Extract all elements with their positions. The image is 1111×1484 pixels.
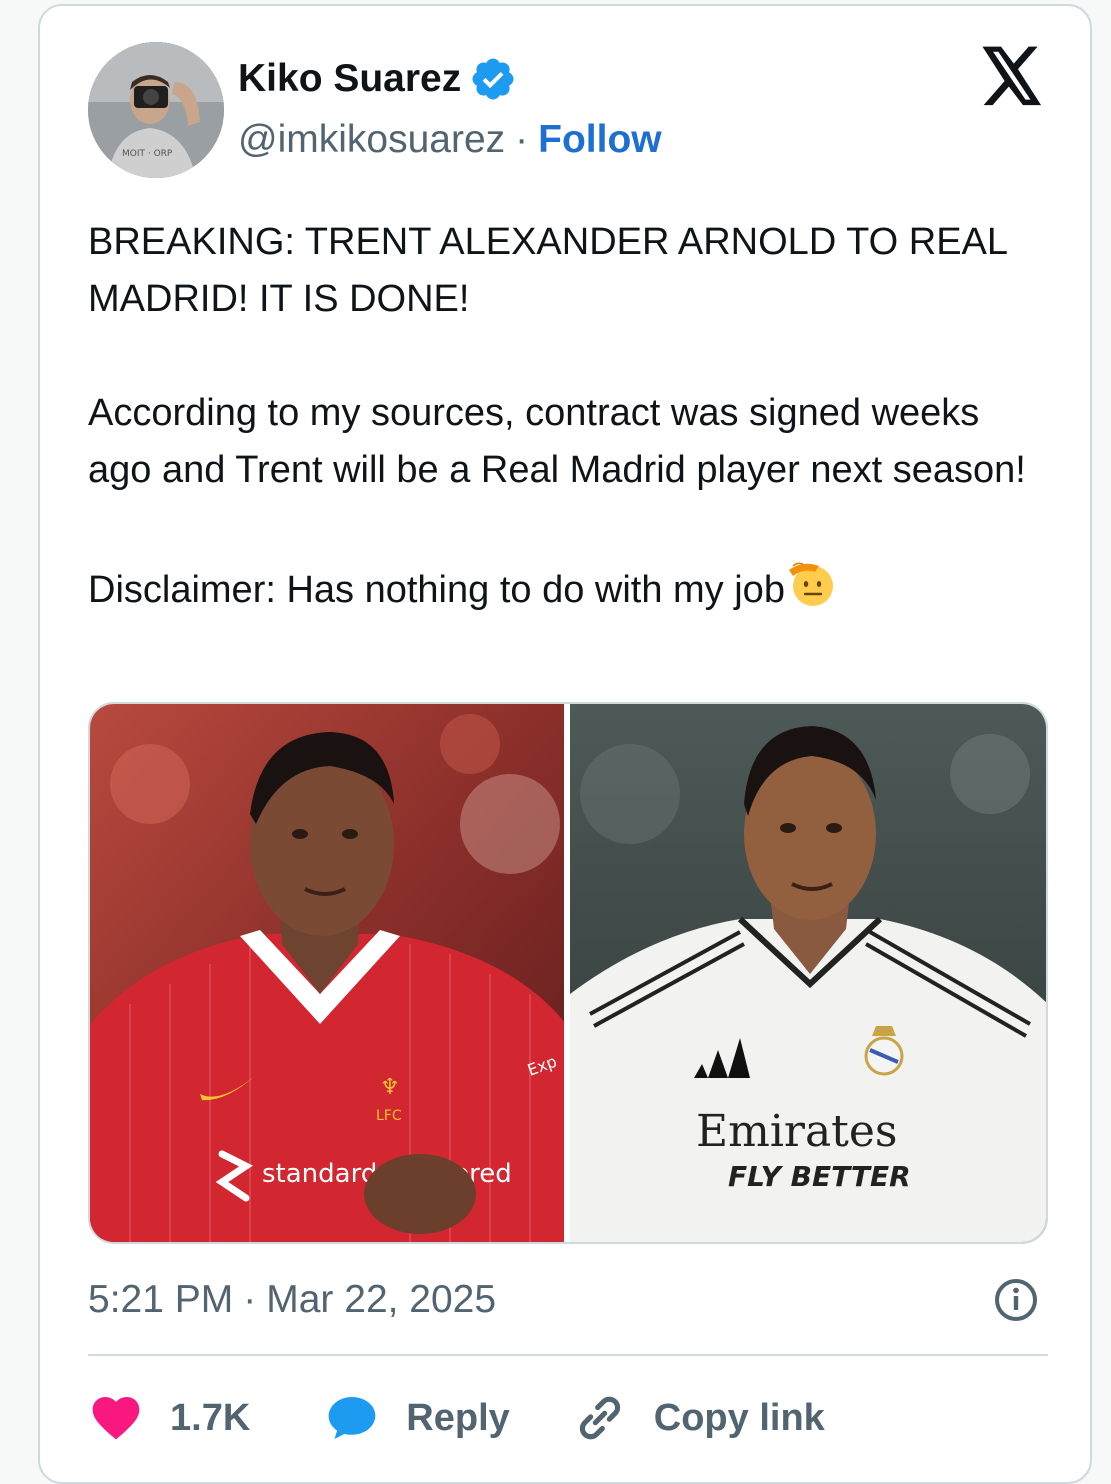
divider bbox=[88, 1354, 1048, 1356]
timestamp-separator: · bbox=[243, 1278, 257, 1321]
sponsor-label: Emirates bbox=[696, 1106, 897, 1157]
tweet-card: MOIT · ORP Kiko Suarez @imkikosuarez · F… bbox=[38, 4, 1092, 1484]
speech-bubble-icon bbox=[328, 1397, 376, 1439]
sponsor-tagline: FLY BETTER bbox=[728, 1160, 911, 1193]
author-handle[interactable]: @imkikosuarez bbox=[238, 118, 505, 162]
photo-real-madrid[interactable]: Emirates FLY BETTER bbox=[570, 704, 1046, 1242]
action-bar: 1.7K Reply Copy link bbox=[88, 1386, 825, 1450]
crest-label: LFC bbox=[376, 1108, 402, 1124]
author-handle-row: @imkikosuarez · Follow bbox=[238, 114, 662, 166]
info-icon[interactable] bbox=[992, 1276, 1040, 1324]
follow-button[interactable]: Follow bbox=[538, 118, 661, 162]
tweet-media[interactable]: ♆ LFC Exp standard chartered bbox=[88, 702, 1048, 1244]
tweet-text: BREAKING: TRENT ALEXANDER ARNOLD TO REAL… bbox=[88, 214, 1048, 619]
tweet-paragraph: BREAKING: TRENT ALEXANDER ARNOLD TO REAL… bbox=[88, 221, 1007, 320]
heart-icon bbox=[92, 1397, 140, 1440]
reply-label: Reply bbox=[406, 1396, 510, 1439]
link-icon bbox=[579, 1396, 620, 1440]
x-logo-icon[interactable] bbox=[980, 46, 1044, 106]
saluting-face-icon bbox=[788, 562, 833, 606]
like-button[interactable]: 1.7K bbox=[88, 1390, 250, 1446]
svg-text:♆: ♆ bbox=[380, 1074, 400, 1100]
verified-badge-icon bbox=[472, 58, 514, 100]
photo-liverpool[interactable]: ♆ LFC Exp standard chartered bbox=[90, 704, 565, 1242]
tweet-paragraph: According to my sources, contract was si… bbox=[88, 392, 1026, 491]
svg-text:MOIT · ORP: MOIT · ORP bbox=[122, 149, 173, 159]
copy-link-button[interactable]: Copy link bbox=[572, 1390, 825, 1446]
reply-button[interactable]: Reply bbox=[324, 1390, 510, 1446]
tweet-paragraph: Disclaimer: Has nothing to do with my jo… bbox=[88, 569, 785, 611]
tweet-timestamp[interactable]: 5:21 PM · Mar 22, 2025 bbox=[88, 1272, 496, 1328]
author-name[interactable]: Kiko Suarez bbox=[238, 57, 461, 101]
like-count: 1.7K bbox=[170, 1396, 251, 1439]
author-avatar[interactable]: MOIT · ORP bbox=[88, 42, 224, 178]
tweet-paragraph-last: Disclaimer: Has nothing to do with my jo… bbox=[88, 556, 1048, 619]
copy-link-label: Copy link bbox=[653, 1396, 825, 1439]
tweet-time: 5:21 PM bbox=[88, 1278, 234, 1321]
tweet-date: Mar 22, 2025 bbox=[266, 1278, 497, 1321]
author-name-row: Kiko Suarez bbox=[238, 54, 517, 104]
handle-separator: · bbox=[515, 118, 529, 161]
